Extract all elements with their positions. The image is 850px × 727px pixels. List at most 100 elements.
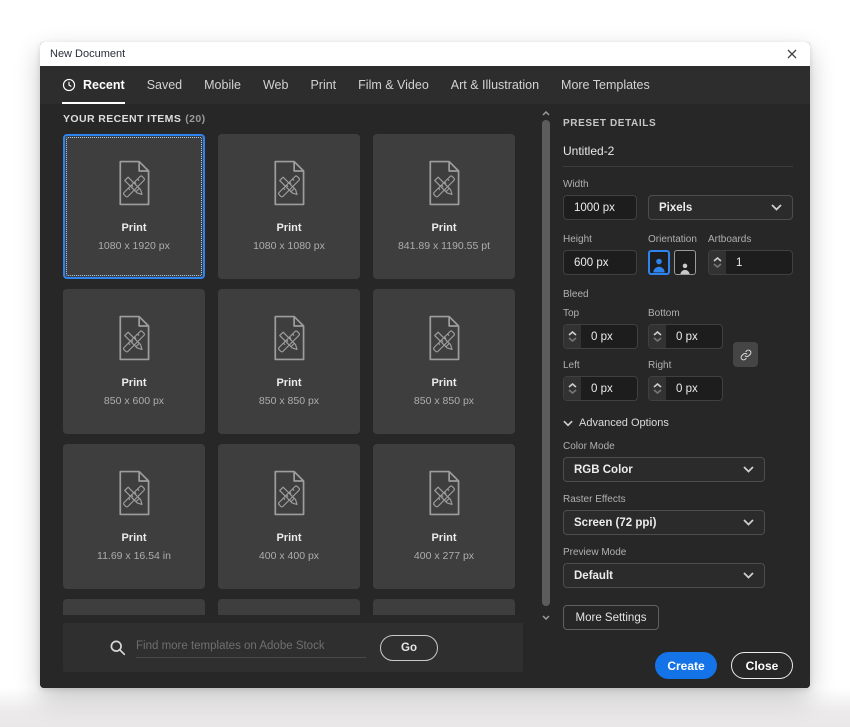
stepper-arrows[interactable] (709, 251, 726, 274)
close-icon (787, 49, 797, 59)
preview-mode-dropdown[interactable]: Default (563, 563, 765, 588)
chevron-up-icon[interactable] (653, 383, 662, 388)
close-button[interactable]: Close (731, 652, 793, 679)
preset-details-heading: PRESET DETAILS (563, 118, 657, 129)
advanced-options-toggle[interactable]: Advanced Options (563, 417, 793, 429)
chevron-down-icon[interactable] (568, 389, 577, 394)
tab-film-video[interactable]: Film & Video (358, 66, 429, 104)
template-card[interactable]: Print 11.69 x 16.54 in (63, 444, 205, 589)
color-mode-dropdown[interactable]: RGB Color (563, 457, 765, 482)
stepper-value[interactable]: 0 px (666, 325, 722, 348)
preview-mode-value: Default (574, 569, 613, 582)
stepper-value[interactable]: 1 (726, 251, 792, 274)
height-label: Height (563, 234, 592, 245)
chevron-up-icon[interactable] (713, 257, 722, 262)
tab-print[interactable]: Print (310, 66, 336, 104)
more-settings-button[interactable]: More Settings (563, 605, 659, 630)
stepper-arrows[interactable] (564, 377, 581, 400)
stepper-value[interactable]: 0 px (666, 377, 722, 400)
bleed-top-stepper[interactable]: 0 px (563, 324, 638, 349)
chevron-down-icon (771, 204, 782, 211)
template-card-partial[interactable] (373, 599, 515, 615)
tab-art-illustration[interactable]: Art & Illustration (451, 66, 539, 104)
bleed-right-stepper[interactable]: 0 px (648, 376, 723, 401)
template-card-partial[interactable] (218, 599, 360, 615)
chevron-down-icon (743, 466, 754, 473)
template-card[interactable]: Print 841.89 x 1190.55 pt (373, 134, 515, 279)
stock-search-input[interactable] (136, 637, 366, 658)
artboards-stepper[interactable]: 1 (708, 250, 793, 275)
scrollbar-up-icon[interactable] (541, 108, 551, 118)
stock-search-bar: Go (63, 623, 523, 672)
tab-label: Print (310, 78, 337, 92)
document-template-icon (274, 315, 305, 361)
units-value: Pixels (659, 201, 693, 214)
template-type: Print (121, 532, 147, 544)
chevron-up-icon[interactable] (653, 331, 662, 336)
bleed-bottom-stepper[interactable]: 0 px (648, 324, 723, 349)
document-name-input[interactable] (563, 144, 793, 158)
template-card[interactable]: Print 850 x 850 px (218, 289, 360, 434)
preview-mode-label: Preview Mode (563, 547, 627, 558)
document-template-icon (429, 160, 460, 206)
stepper-arrows[interactable] (649, 325, 666, 348)
bleed-right-label: Right (648, 360, 672, 371)
raster-effects-dropdown[interactable]: Screen (72 ppi) (563, 510, 765, 535)
chevron-up-icon[interactable] (568, 383, 577, 388)
template-card[interactable]: Print 850 x 850 px (373, 289, 515, 434)
go-button[interactable]: Go (380, 634, 438, 661)
height-input[interactable] (563, 250, 637, 275)
template-card-partial[interactable] (63, 599, 205, 615)
chevron-down-icon[interactable] (653, 337, 662, 342)
scrollbar (541, 108, 551, 622)
orientation-landscape-button[interactable] (674, 250, 696, 275)
tab-recent[interactable]: Recent (62, 66, 125, 104)
chevron-down-icon[interactable] (713, 263, 722, 268)
dialog-close-button[interactable] (784, 46, 800, 62)
tab-mobile[interactable]: Mobile (204, 66, 241, 104)
tab-more-templates[interactable]: More Templates (561, 66, 650, 104)
tab-label: More Templates (561, 78, 650, 92)
width-input[interactable] (563, 195, 637, 220)
chevron-down-icon[interactable] (653, 389, 662, 394)
template-card[interactable]: Print 400 x 400 px (218, 444, 360, 589)
tab-web[interactable]: Web (263, 66, 288, 104)
bleed-left-label: Left (563, 360, 580, 371)
bleed-label: Bleed (563, 289, 589, 300)
raster-effects-value: Screen (72 ppi) (574, 516, 657, 529)
chevron-up-icon[interactable] (568, 331, 577, 336)
template-card[interactable]: Print 1080 x 1080 px (218, 134, 360, 279)
recent-items-count: (20) (185, 113, 206, 125)
artboards-label: Artboards (708, 234, 752, 245)
dialog-title: New Document (50, 48, 126, 60)
stepper-value[interactable]: 0 px (581, 377, 637, 400)
tab-label: Film & Video (358, 78, 429, 92)
bleed-link-button[interactable] (733, 342, 758, 367)
stepper-arrows[interactable] (564, 325, 581, 348)
tab-label: Art & Illustration (450, 78, 540, 92)
document-template-icon (429, 315, 460, 361)
stepper-arrows[interactable] (649, 377, 666, 400)
orientation-portrait-button[interactable] (648, 250, 670, 275)
tab-saved[interactable]: Saved (147, 66, 182, 104)
bleed-top-label: Top (563, 308, 580, 319)
template-dimensions: 850 x 850 px (413, 395, 475, 407)
template-card[interactable]: Print 400 x 277 px (373, 444, 515, 589)
divider (563, 166, 793, 167)
template-type: Print (276, 222, 302, 234)
scrollbar-down-icon[interactable] (541, 612, 551, 622)
bleed-bottom-label: Bottom (648, 308, 680, 319)
template-type: Print (121, 222, 147, 234)
chevron-down-icon[interactable] (568, 337, 577, 342)
template-card[interactable]: Print 850 x 600 px (63, 289, 205, 434)
chevron-down-icon (743, 572, 754, 579)
chevron-down-icon (743, 519, 754, 526)
template-grid-partial-row (63, 599, 515, 615)
scrollbar-thumb[interactable] (542, 120, 550, 606)
stepper-value[interactable]: 0 px (581, 325, 637, 348)
create-button[interactable]: Create (655, 652, 717, 679)
bleed-left-stepper[interactable]: 0 px (563, 376, 638, 401)
units-dropdown[interactable]: Pixels (648, 195, 793, 220)
template-card[interactable]: Print 1080 x 1920 px (63, 134, 205, 279)
orientation-label: Orientation (648, 234, 697, 245)
